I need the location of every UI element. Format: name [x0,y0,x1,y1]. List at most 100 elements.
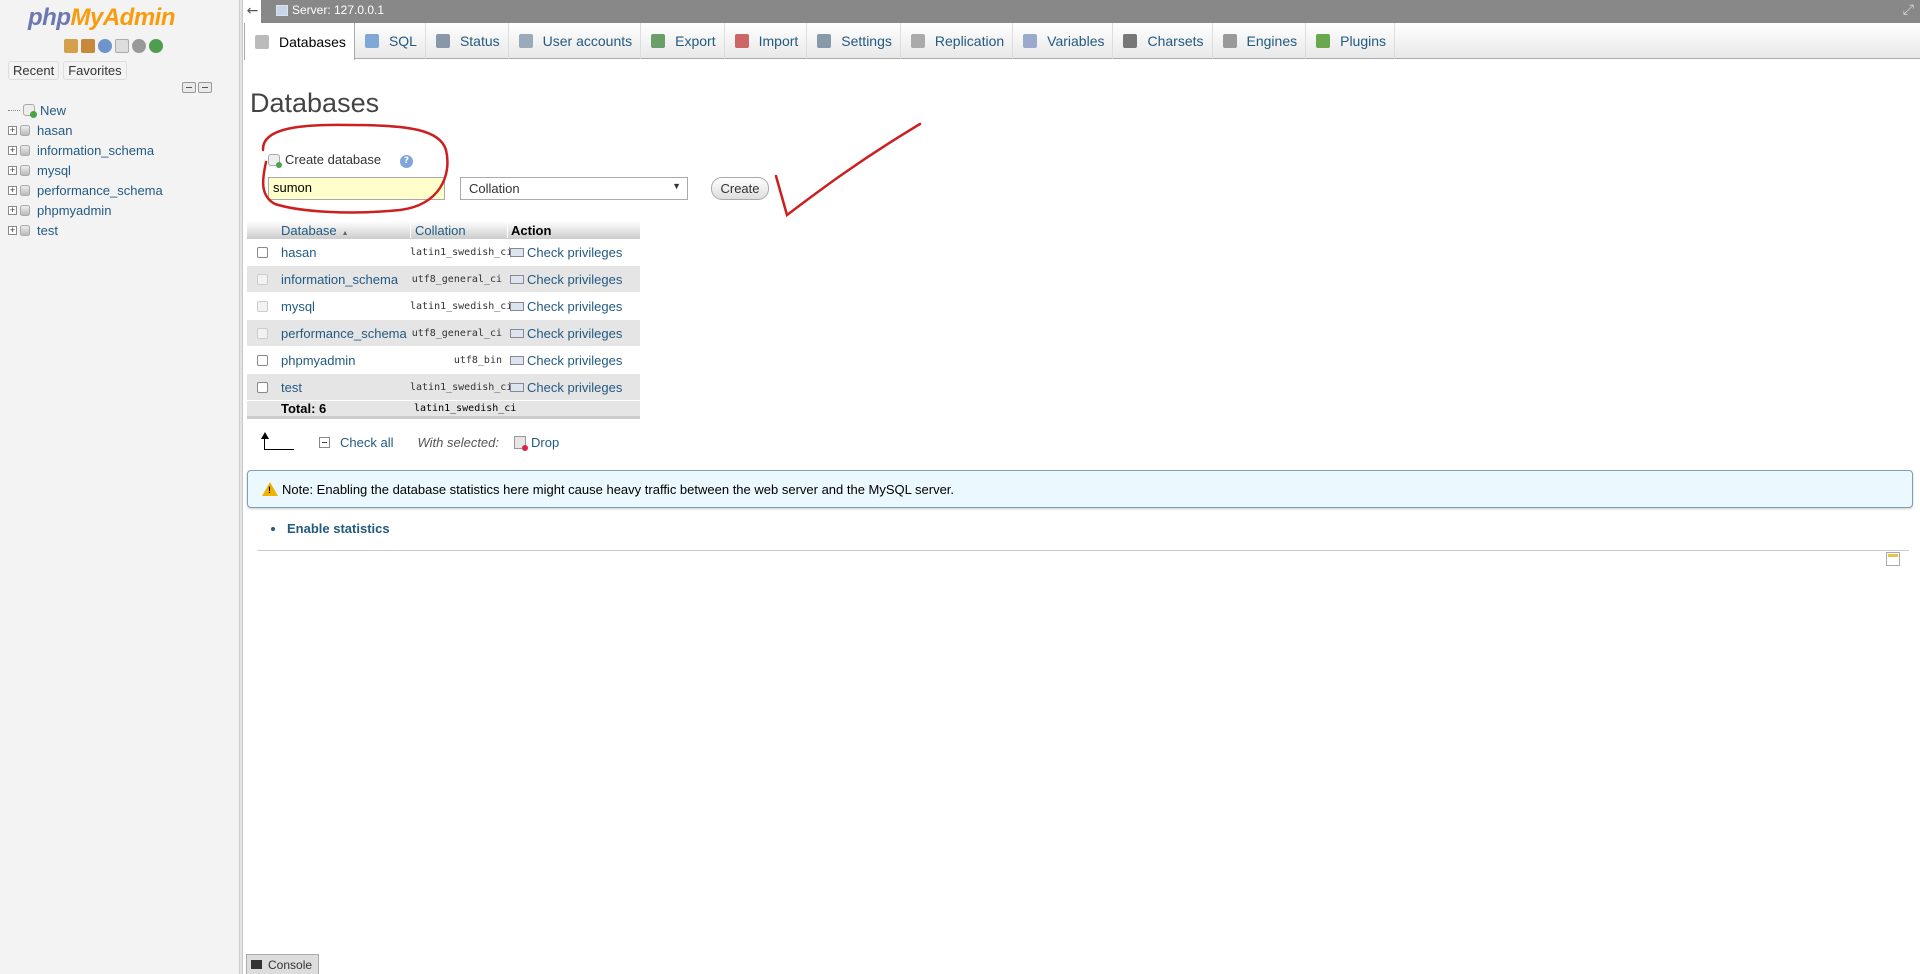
tab-plugins[interactable]: Plugins [1306,23,1396,59]
collation-select[interactable]: Collation ▼ [460,177,688,200]
logo-part-myadmin: MyAdmin [70,4,175,31]
expand-icon[interactable]: + [8,125,17,135]
console-toggle[interactable]: Console [246,954,319,974]
check-privileges-link[interactable]: Check privileges [507,272,640,287]
nav-resizer[interactable] [240,0,243,974]
check-privileges-label: Check privileges [527,325,623,341]
tab-label: SQL [388,33,417,49]
check-privileges-link[interactable]: Check privileges [507,245,640,260]
help-docs-icon[interactable]: ? [400,155,413,168]
check-privileges-link[interactable]: Check privileges [507,380,640,395]
tab-export[interactable]: Export [641,23,725,59]
check-privileges-link[interactable]: Check privileges [507,353,640,368]
tree-item-label: phpmyadmin [37,202,112,218]
database-name-input[interactable]: sumon [268,177,445,200]
import-icon [734,34,749,48]
tree-item-database[interactable]: + mysql [8,160,163,180]
favorites-tab[interactable]: Favorites [63,61,127,80]
database-icon [255,34,269,49]
row-checkbox [256,327,268,339]
bulk-actions: Check all With selected: Drop [256,432,559,451]
settings-icon[interactable] [132,39,146,53]
tree-item-database[interactable]: + phpmyadmin [8,200,163,220]
sort-ascending-icon: ▲ [341,229,349,237]
tree-item-label: New [40,102,67,118]
nav-icon-bar [64,39,163,53]
tab-import[interactable]: Import [725,23,808,59]
tab-settings[interactable]: Settings [807,23,901,59]
database-name-link[interactable]: phpmyadmin [277,353,410,368]
row-checkbox-cell [247,300,277,312]
check-privileges-label: Check privileges [527,379,623,395]
tab-label: Databases [279,33,346,50]
tab-sql[interactable]: SQL [355,23,426,59]
tree-item-new[interactable]: New [8,100,163,120]
tab-user-accounts[interactable]: User accounts [509,23,642,59]
database-name-link[interactable]: test [277,380,410,395]
fullscreen-toggle-icon[interactable]: ⤢ [1903,2,1914,18]
variables-icon [1023,34,1038,48]
create-button[interactable]: Create [711,177,769,200]
tree-item-label: hasan [37,122,73,138]
annotation-checkmark [774,122,922,218]
header-database[interactable]: Database ▲ [277,223,410,238]
check-privileges-link[interactable]: Check privileges [507,326,640,341]
database-tree: New + hasan + information_schema + mysql + perfo… [8,100,163,240]
enable-statistics-link[interactable]: Enable statistics [287,521,390,536]
collapse-all-icon[interactable] [182,82,196,93]
drop-icon[interactable] [514,435,528,451]
check-privileges-label: Check privileges [527,271,623,287]
server-breadcrumb[interactable]: Server: 127.0.0.1 [292,3,384,17]
header-database-label: Database [281,222,337,238]
help-icon[interactable] [98,39,112,53]
header-action: Action [507,222,640,238]
top-menu: Databases SQL Status User accounts Export Imp… [244,23,1920,60]
tree-item-database[interactable]: + hasan [8,120,163,140]
logout-icon[interactable] [81,39,95,53]
arrow-up-icon [261,432,294,450]
tree-connector [8,109,20,111]
link-with-main-icon[interactable] [198,82,212,93]
row-checkbox-cell [247,354,277,366]
home-icon[interactable] [64,39,78,53]
tab-engines[interactable]: Engines [1213,23,1307,59]
table-row: information_schema utf8_general_ci Check p… [247,266,640,293]
back-arrow-button[interactable]: ← [244,0,262,23]
reload-icon[interactable] [149,39,163,53]
header-collation[interactable]: Collation [410,222,507,238]
expand-icon[interactable]: + [8,165,17,175]
recent-tab[interactable]: Recent [8,61,60,80]
row-checkbox[interactable] [256,381,268,393]
tree-item-database[interactable]: + information_schema [8,140,163,160]
tab-variables[interactable]: Variables [1013,23,1114,59]
tab-status[interactable]: Status [426,23,509,59]
phpmyadmin-logo[interactable]: phpMyAdmin [28,4,175,32]
expand-icon[interactable]: + [8,225,17,235]
database-name-link[interactable]: mysql [277,299,410,314]
new-database-icon [23,104,37,118]
database-name-link[interactable]: hasan [277,245,410,260]
check-all-label[interactable]: Check all [340,435,393,450]
tree-item-database[interactable]: + performance_schema [8,180,163,200]
drop-button[interactable]: Drop [531,435,559,450]
page-settings-icon[interactable] [1886,552,1900,566]
database-name-link[interactable]: information_schema [277,272,410,287]
tab-replication[interactable]: Replication [901,23,1014,59]
database-icon [20,124,30,136]
tree-item-database[interactable]: + test [8,220,163,240]
expand-icon[interactable]: + [8,145,17,155]
tab-databases[interactable]: Databases [244,23,355,60]
divider [257,550,1909,551]
expand-icon[interactable]: + [8,205,17,215]
tab-label: Plugins [1340,33,1387,49]
replication-icon [910,34,925,48]
tab-charsets[interactable]: Charsets [1113,23,1213,59]
database-name-link[interactable]: performance_schema [277,326,410,341]
row-checkbox[interactable] [256,246,268,258]
docs-icon[interactable] [115,39,129,53]
expand-icon[interactable]: + [8,185,17,195]
page-title: Databases [250,88,380,118]
row-checkbox[interactable] [256,354,268,366]
check-privileges-link[interactable]: Check privileges [507,299,640,314]
check-all-checkbox[interactable] [319,436,330,448]
